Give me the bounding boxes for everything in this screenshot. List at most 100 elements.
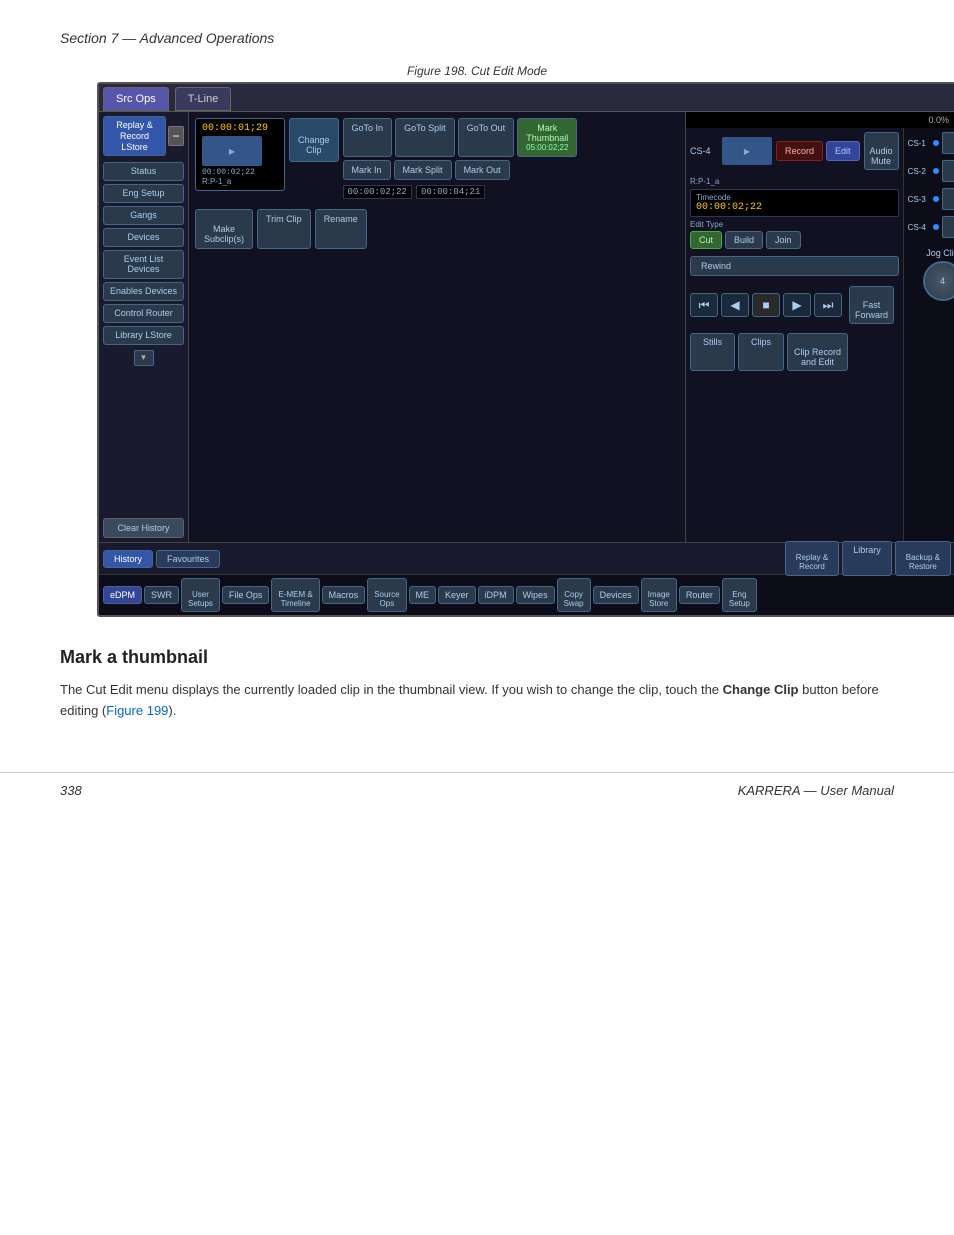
change-clip-btn[interactable]: Change Clip [289, 118, 339, 162]
replay-record-bottom-tab[interactable]: Replay & Record [785, 541, 839, 575]
jog-dial[interactable]: 4 [923, 261, 954, 301]
cs1-icon[interactable]: ✎ [942, 132, 954, 154]
cut-btn[interactable]: Cut [690, 231, 722, 249]
library-btn[interactable]: Library LStore [103, 326, 184, 345]
cs4-bottom-label: CS-4 [908, 223, 930, 232]
emem-timeline-btn[interactable]: E-MEM & Timeline [271, 578, 319, 612]
page-header: Section 7 — Advanced Operations [0, 0, 954, 56]
image-store-btn[interactable]: Image Store [641, 578, 677, 612]
trim-clip-btn[interactable]: Trim Clip [257, 209, 311, 249]
router-btn[interactable]: Router [679, 586, 720, 604]
file-ops-btn[interactable]: File Ops [222, 586, 270, 604]
mark-out-btn[interactable]: Mark Out [455, 160, 510, 180]
enables-btn[interactable]: Enables Devices [103, 282, 184, 301]
cs2-dot [933, 168, 939, 174]
join-btn[interactable]: Join [766, 231, 801, 249]
bottom-toolbar: eDPM SWR User Setups File Ops E-MEM & Ti… [99, 574, 954, 615]
tab-t-line[interactable]: T-Line [175, 87, 232, 111]
mark-split-btn[interactable]: Mark Split [394, 160, 452, 180]
eng-setup-toolbar-btn[interactable]: Eng Setup [722, 578, 757, 612]
stills-clips-row: Stills Clips Clip Record and Edit [690, 333, 899, 371]
replay-record-btn[interactable]: Replay & Record LStore [103, 116, 166, 156]
transport-skip-fwd[interactable]: ⏭ [814, 293, 842, 317]
center-buttons-grid: GoTo In GoTo Split GoTo Out Mark Thumbna… [343, 118, 578, 199]
transport-stop[interactable]: ■ [752, 293, 780, 317]
macros-btn[interactable]: Macros [322, 586, 366, 604]
history-tab[interactable]: History [103, 550, 153, 568]
fast-forward-btn[interactable]: Fast Forward [849, 286, 894, 324]
right-inner: CS-4 ▶ Record Edit [686, 128, 954, 542]
library-bottom-tab[interactable]: Library [842, 541, 892, 575]
tab-src-ops[interactable]: Src Ops [103, 87, 169, 111]
cs2-icon[interactable]: ★ [942, 160, 954, 182]
clear-history-btn[interactable]: Clear History [103, 518, 184, 538]
gangs-btn[interactable]: Gangs [103, 206, 184, 225]
favourites-tab[interactable]: Favourites [156, 550, 220, 568]
rename-btn[interactable]: Rename [315, 209, 367, 249]
center-timecode-row: 00:00:02;22 00:00:04;21 [343, 185, 578, 199]
top-tab-bar: Src Ops T-Line [99, 84, 954, 112]
source-ops-btn[interactable]: Source Ops [367, 578, 406, 612]
devices-toolbar-btn[interactable]: Devices [593, 586, 639, 604]
cs4-top-row: CS-4 ▶ Record Edit [690, 132, 899, 170]
user-setups-btn[interactable]: User Setups [181, 578, 220, 612]
goto-split-btn[interactable]: GoTo Split [395, 118, 455, 157]
goto-out-btn[interactable]: GoTo Out [458, 118, 515, 157]
cs4-icon[interactable]: ▶ [942, 216, 954, 238]
copy-swap-btn[interactable]: Copy Swap [557, 578, 591, 612]
right-strip: CS-1 ✎ CS-2 ★ CS-3 ▶▶ [903, 128, 954, 542]
mark-in-btn[interactable]: Mark In [343, 160, 391, 180]
timecode-val: 00:00:01;29 [202, 123, 278, 134]
cs2-strip-item: CS-2 ★ [908, 160, 954, 182]
record-edit-row: Record Edit [776, 141, 860, 161]
cs1-strip-label: CS-1 [908, 139, 930, 148]
footer-page-num: 338 [60, 783, 82, 798]
minus-btn[interactable]: − [168, 126, 184, 146]
backup-restore-tab[interactable]: Backup & Restore [895, 541, 951, 575]
center-top-row: 00:00:01;29 ▶ 00:00:02;22 R:P-1_a Change… [195, 118, 679, 199]
audio-mute-btn[interactable]: Audio Mute [864, 132, 899, 170]
transport-row: ⏮ ◀ ■ ▶ ⏭ Fast Forward [690, 286, 899, 324]
transport-play[interactable]: ▶ [783, 293, 811, 317]
right-panel: 0.0% CS-4 ▶ Record [685, 112, 954, 542]
tc-label: Timecode [696, 193, 893, 202]
cs3-strip-label: CS-3 [908, 195, 930, 204]
edpm-btn[interactable]: eDPM [103, 586, 142, 604]
goto-in-btn[interactable]: GoTo In [343, 118, 393, 157]
swr-btn[interactable]: SWR [144, 586, 179, 604]
figure-199-link[interactable]: Figure 199 [106, 703, 168, 718]
rewind-btn[interactable]: Rewind [690, 256, 899, 276]
edit-btn[interactable]: Edit [826, 141, 860, 161]
transport-skip-back[interactable]: ⏮ [690, 293, 718, 317]
dropdown-arrow[interactable]: ▼ [134, 350, 154, 366]
edit-type-label: Edit Type [690, 220, 899, 229]
clips-btn[interactable]: Clips [738, 333, 784, 371]
build-btn[interactable]: Build [725, 231, 763, 249]
cs3-icon[interactable]: ▶▶ [942, 188, 954, 210]
control-btn[interactable]: Control Router [103, 304, 184, 323]
cs3-dot [933, 196, 939, 202]
devices-btn[interactable]: Devices [103, 228, 184, 247]
wipes-btn[interactable]: Wipes [516, 586, 555, 604]
edit-type-section: Edit Type Cut Build Join [690, 220, 899, 249]
keyer-btn[interactable]: Keyer [438, 586, 476, 604]
eng-setup-btn[interactable]: Eng Setup [103, 184, 184, 203]
me-btn[interactable]: ME [409, 586, 437, 604]
cs4-strip-item: CS-4 ▶ [908, 216, 954, 238]
event-list-btn[interactable]: Event List Devices [103, 250, 184, 280]
cs3-strip-item: CS-3 ▶▶ [908, 188, 954, 210]
jog-clip-label: Jog Clip [926, 248, 954, 258]
clip-record-btn[interactable]: Clip Record and Edit [787, 333, 848, 371]
transport-back[interactable]: ◀ [721, 293, 749, 317]
mark-thumbnail-btn[interactable]: Mark Thumbnail 05:00:02;22 [517, 118, 577, 157]
idpm-btn[interactable]: iDPM [478, 586, 514, 604]
make-subclip-btn[interactable]: Make Subclip(s) [195, 209, 253, 249]
center-bottom-btns: Make Subclip(s) Trim Clip Rename [195, 209, 679, 249]
record-btn[interactable]: Record [776, 141, 823, 161]
footer-product: KARRERA — User Manual [738, 783, 894, 798]
timecode-block: Timecode 00:00:02;22 [690, 189, 899, 217]
cs4-thumb: ▶ [722, 137, 772, 165]
bottom-right-tabs: Replay & Record Library Backup & Restore [785, 541, 951, 575]
status-btn[interactable]: Status [103, 162, 184, 181]
stills-btn[interactable]: Stills [690, 333, 735, 371]
